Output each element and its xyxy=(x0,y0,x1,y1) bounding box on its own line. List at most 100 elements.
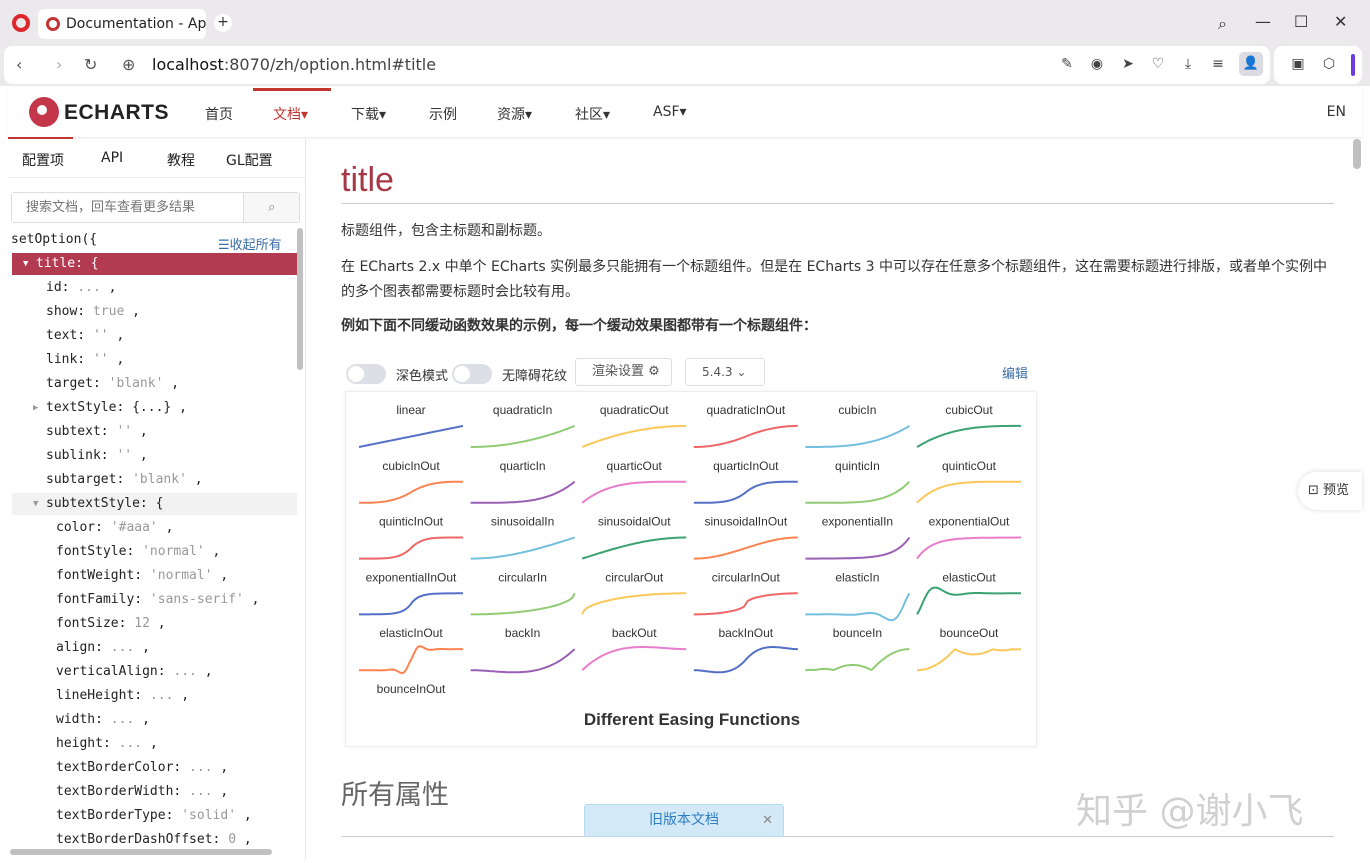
caret-right-icon[interactable]: ▶ xyxy=(33,397,38,419)
sidebar-hscrollbar[interactable] xyxy=(10,849,272,855)
maximize-icon[interactable]: ☐ xyxy=(1294,12,1308,31)
render-settings-button[interactable]: 渲染设置 ⚙ xyxy=(575,358,672,386)
dark-mode-toggle[interactable] xyxy=(346,364,386,384)
preview-label: 预览 xyxy=(1323,483,1350,498)
tree-row-text: textBorderDashOffset: 0 , xyxy=(56,832,252,847)
nav-resources[interactable]: 资源▾ xyxy=(497,104,532,124)
series-line-backOut xyxy=(581,646,687,671)
minimize-icon[interactable]: — xyxy=(1255,12,1271,31)
tree-row[interactable]: subtarget: 'blank' , xyxy=(12,469,297,491)
tree-row[interactable]: ▶ textStyle: {...} , xyxy=(12,397,297,419)
series-title-bounceInOut: bounceInOut xyxy=(377,682,446,696)
tree-row[interactable]: show: true , xyxy=(12,301,297,323)
send-icon[interactable]: ➤ xyxy=(1120,56,1136,72)
preview-button[interactable]: ⊡ 预览 xyxy=(1298,472,1362,510)
main-scrollbar[interactable] xyxy=(1353,139,1361,169)
tree-row[interactable]: ▼ title: { xyxy=(12,253,297,275)
tree-row[interactable]: link: '' , xyxy=(12,349,297,371)
tree-row-text: align: ... , xyxy=(56,640,150,655)
sidebar-tab-option[interactable]: 配置项 xyxy=(22,150,64,170)
download-icon[interactable]: ⤓ xyxy=(1180,56,1196,72)
series-title-elasticOut: elasticOut xyxy=(942,570,996,584)
tree-row[interactable]: sublink: '' , xyxy=(12,445,297,467)
nav-home[interactable]: 首页 xyxy=(205,104,233,124)
site-header: ECHARTS 首页 文档▾ 下载▾ 示例 资源▾ 社区▾ ASF▾ EN xyxy=(8,88,1362,140)
search-input[interactable] xyxy=(12,193,244,222)
language-switch[interactable]: EN xyxy=(1327,104,1346,120)
series-line-quinticOut xyxy=(916,480,1021,504)
search-tabs-icon[interactable]: ⌕ xyxy=(1218,14,1227,34)
old-docs-banner[interactable]: 旧版本文档 ✕ xyxy=(584,804,784,837)
nav-download[interactable]: 下载▾ xyxy=(351,104,386,124)
series-line-sinusoidalIn xyxy=(470,536,575,560)
series-line-exponentialOut xyxy=(916,536,1021,560)
camera-icon[interactable]: ◉ xyxy=(1089,56,1105,72)
series-title-backInOut: backInOut xyxy=(718,626,773,640)
echarts-logo-icon[interactable] xyxy=(29,97,59,127)
settings-sliders-icon[interactable]: ≡ xyxy=(1210,56,1226,72)
sidebar-tab-api[interactable]: API xyxy=(101,150,123,166)
tree-row[interactable]: target: 'blank' , xyxy=(12,373,297,395)
tree-row[interactable]: fontWeight: 'normal' , xyxy=(12,565,297,587)
nav-asf[interactable]: ASF▾ xyxy=(653,104,687,120)
series-title-quarticInOut: quarticInOut xyxy=(713,459,779,473)
address-bar[interactable]: ‹ › ↻ ⊕ localhost:8070/zh/option.html#ti… xyxy=(4,46,1270,84)
series-line-backInOut xyxy=(693,646,798,674)
reload-icon[interactable]: ↻ xyxy=(84,55,97,74)
tree-row[interactable]: fontSize: 12 , xyxy=(12,613,297,635)
tree-row[interactable]: text: '' , xyxy=(12,325,297,347)
aria-toggle[interactable] xyxy=(452,364,492,384)
edit-link[interactable]: 编辑 xyxy=(1002,363,1028,382)
series-title-elasticInOut: elasticInOut xyxy=(379,626,443,640)
collapse-all-link[interactable]: ☰收起所有 xyxy=(218,234,282,253)
tree-row[interactable]: fontStyle: 'normal' , xyxy=(12,541,297,563)
tree-row-text: textBorderColor: ... , xyxy=(56,760,229,775)
url-text[interactable]: localhost:8070/zh/option.html#title xyxy=(152,55,436,74)
nav-community[interactable]: 社区▾ xyxy=(575,104,610,124)
tree-row[interactable]: textBorderDashOffset: 0 , xyxy=(12,829,297,851)
logo-text[interactable]: ECHARTS xyxy=(64,101,169,125)
nav-examples[interactable]: 示例 xyxy=(429,104,457,124)
tree-row[interactable]: height: ... , xyxy=(12,733,297,755)
forward-icon[interactable]: › xyxy=(56,55,62,74)
edit-page-icon[interactable]: ✎ xyxy=(1059,56,1075,72)
back-icon[interactable]: ‹ xyxy=(16,55,22,74)
heart-icon[interactable]: ♡ xyxy=(1150,56,1166,72)
tree-row[interactable]: width: ... , xyxy=(12,709,297,731)
tree-row[interactable]: ▼ subtextStyle: { xyxy=(12,493,297,515)
extension-icon[interactable]: ▣ xyxy=(1290,56,1306,72)
tree-row[interactable]: align: ... , xyxy=(12,637,297,659)
new-tab-icon[interactable]: + xyxy=(214,14,232,32)
version-select[interactable]: 5.4.3 ⌄ xyxy=(685,358,765,386)
nav-docs[interactable]: 文档▾ xyxy=(273,104,308,124)
tree-row-text: show: true , xyxy=(46,304,140,319)
tree-row-text: height: ... , xyxy=(56,736,158,751)
tree-row[interactable]: textBorderColor: ... , xyxy=(12,757,297,779)
site-info-icon[interactable]: ⊕ xyxy=(122,55,135,74)
sidebar-tab-gl[interactable]: GL配置 xyxy=(226,150,273,170)
tree-row[interactable]: id: ... , xyxy=(12,277,297,299)
sidebar-tab-tutorial[interactable]: 教程 xyxy=(167,150,195,170)
cube-icon[interactable]: ⬡ xyxy=(1321,56,1337,72)
sidebar-tab-divider xyxy=(8,177,305,178)
profile-icon[interactable]: 👤 xyxy=(1239,52,1263,76)
sidebar-scrollbar[interactable] xyxy=(297,228,303,370)
opera-logo-icon[interactable] xyxy=(12,14,30,32)
tree-row[interactable]: textBorderWidth: ... , xyxy=(12,781,297,803)
tree-row[interactable]: textBorderType: 'solid' , xyxy=(12,805,297,827)
caret-down-icon[interactable]: ▼ xyxy=(23,253,28,275)
tree-root: setOption({ xyxy=(11,232,98,247)
browser-tab[interactable]: Documentation - Ap xyxy=(38,9,206,39)
tree-row[interactable]: lineHeight: ... , xyxy=(12,685,297,707)
close-window-icon[interactable]: ✕ xyxy=(1334,12,1347,31)
tree-row[interactable]: subtext: '' , xyxy=(12,421,297,443)
close-icon[interactable]: ✕ xyxy=(762,805,773,836)
search-icon[interactable]: ⌕ xyxy=(243,193,299,222)
caret-down-icon[interactable]: ▼ xyxy=(33,493,38,515)
tree-row[interactable]: verticalAlign: ... , xyxy=(12,661,297,683)
tree-row-text: lineHeight: ... , xyxy=(56,688,190,703)
tree-row[interactable]: fontFamily: 'sans-serif' , xyxy=(12,589,297,611)
example-paragraph: 例如下面不同缓动函数效果的示例，每一个缓动效果图都带有一个标题组件： xyxy=(341,318,817,334)
tree-row[interactable]: color: '#aaa' , xyxy=(12,517,297,539)
tree-row-text: fontFamily: 'sans-serif' , xyxy=(56,592,260,607)
